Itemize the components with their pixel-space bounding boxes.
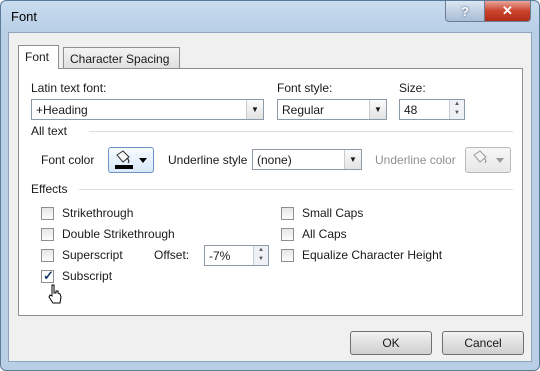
spin-up-icon[interactable]: ▲ [254, 246, 268, 255]
dialog-body: Font Character Spacing Latin text font: … [8, 32, 532, 362]
underline-style-combo[interactable]: (none) ▼ [252, 149, 362, 170]
underline-color-label: Underline color [375, 153, 456, 167]
offset-spin-buttons[interactable]: ▲ ▼ [253, 246, 268, 265]
superscript-label: Superscript [62, 248, 123, 262]
tab-font[interactable]: Font [18, 45, 59, 69]
effects-divider [79, 189, 513, 190]
cancel-button-label: Cancel [464, 336, 502, 350]
all-caps-checkbox[interactable] [281, 228, 294, 241]
paint-bucket-icon [473, 150, 504, 164]
latin-font-label: Latin text font: [31, 81, 107, 95]
dialog-title: Font [11, 9, 38, 24]
double-strikethrough-label: Double Strikethrough [62, 227, 175, 241]
title-bar[interactable]: Font ? ✕ [1, 1, 539, 33]
latin-font-combo[interactable]: +Heading ▼ [31, 99, 264, 120]
small-caps-label: Small Caps [302, 206, 364, 220]
strikethrough-checkbox[interactable] [41, 207, 54, 220]
superscript-checkbox[interactable] [41, 249, 54, 262]
equalize-height-checkbox[interactable] [281, 249, 294, 262]
tab-font-label: Font [25, 50, 50, 64]
effects-heading: Effects [31, 182, 68, 196]
tab-character-spacing-label: Character Spacing [70, 52, 170, 66]
spin-down-icon[interactable]: ▼ [450, 109, 464, 118]
size-spinner[interactable]: 48 ▲ ▼ [399, 99, 465, 120]
font-style-combo[interactable]: Regular ▼ [277, 99, 387, 120]
spin-down-icon[interactable]: ▼ [254, 255, 268, 264]
ok-button[interactable]: OK [350, 331, 432, 355]
underline-style-value: (none) [257, 153, 292, 167]
small-caps-checkbox[interactable] [281, 207, 294, 220]
size-spin-buttons[interactable]: ▲ ▼ [449, 100, 464, 119]
double-strikethrough-checkbox[interactable] [41, 228, 54, 241]
chevron-down-icon[interactable]: ▼ [246, 100, 263, 119]
spin-up-icon[interactable]: ▲ [450, 100, 464, 109]
close-icon: ✕ [502, 3, 513, 18]
subscript-label: Subscript [62, 269, 113, 283]
help-icon: ? [461, 3, 469, 19]
offset-value: -7% [209, 249, 231, 263]
latin-font-value: +Heading [36, 103, 88, 117]
font-color-label: Font color [41, 153, 95, 167]
underline-style-label: Underline style [168, 153, 248, 167]
cancel-button[interactable]: Cancel [442, 331, 524, 355]
checkmark-icon: ✓ [43, 268, 54, 283]
tab-character-spacing[interactable]: Character Spacing [63, 47, 180, 69]
font-dialog: Font ? ✕ Font Character Spacing Latin te… [0, 0, 540, 371]
ok-button-label: OK [382, 336, 400, 350]
size-value: 48 [404, 103, 418, 117]
offset-spinner[interactable]: -7% ▲ ▼ [204, 245, 269, 266]
equalize-height-label: Equalize Character Height [302, 248, 443, 262]
font-style-label: Font style: [277, 81, 333, 95]
offset-label: Offset: [154, 248, 190, 262]
size-label: Size: [399, 81, 426, 95]
paint-bucket-icon [115, 150, 147, 169]
underline-color-button[interactable] [465, 147, 511, 173]
all-text-divider [89, 131, 513, 132]
help-button[interactable]: ? [445, 1, 485, 22]
font-tab-panel: Latin text font: +Heading ▼ Font style: … [18, 68, 523, 316]
chevron-down-icon[interactable]: ▼ [369, 100, 386, 119]
font-color-button[interactable] [108, 147, 154, 173]
font-color-swatch [115, 165, 133, 169]
font-style-value: Regular [282, 103, 325, 117]
all-text-heading: All text [31, 124, 68, 138]
close-button[interactable]: ✕ [484, 1, 531, 22]
strikethrough-label: Strikethrough [62, 206, 134, 220]
mouse-cursor-icon [48, 284, 62, 304]
subscript-checkbox[interactable]: ✓ [41, 268, 54, 283]
all-caps-label: All Caps [302, 227, 347, 241]
chevron-down-icon[interactable]: ▼ [344, 150, 361, 169]
